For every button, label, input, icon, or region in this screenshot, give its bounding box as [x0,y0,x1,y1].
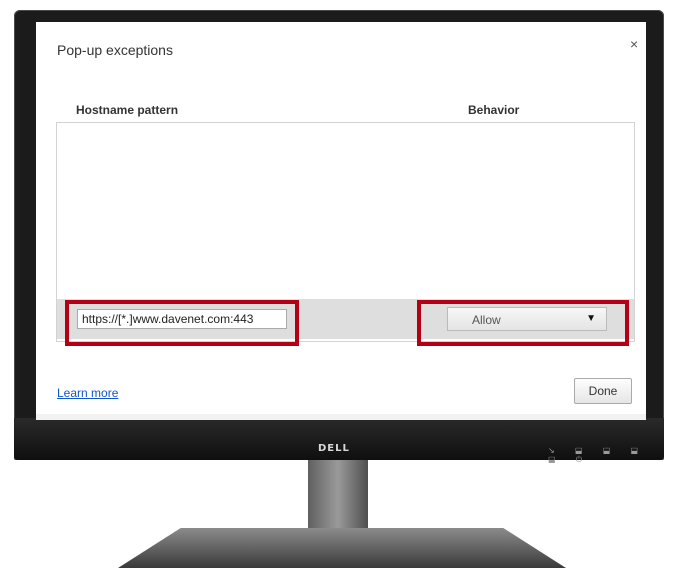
monitor-control-icons: ↘ ⬓ ⬓ ⬓ ⬓ ⏻ [548,446,648,464]
learn-more-link[interactable]: Learn more [57,386,118,400]
dialog-title: Pop-up exceptions [57,42,173,58]
behavior-highlight-box [417,300,629,346]
column-header-behavior: Behavior [468,103,520,117]
column-header-hostname: Hostname pattern [76,103,179,117]
popup-exceptions-dialog: Pop-up exceptions × Hostname pattern Beh… [36,22,646,414]
dell-logo: DELL [318,443,350,454]
monitor-stand-base [118,528,566,568]
hostname-highlight-box [65,300,299,346]
close-icon[interactable]: × [630,36,638,52]
done-button[interactable]: Done [574,378,632,404]
